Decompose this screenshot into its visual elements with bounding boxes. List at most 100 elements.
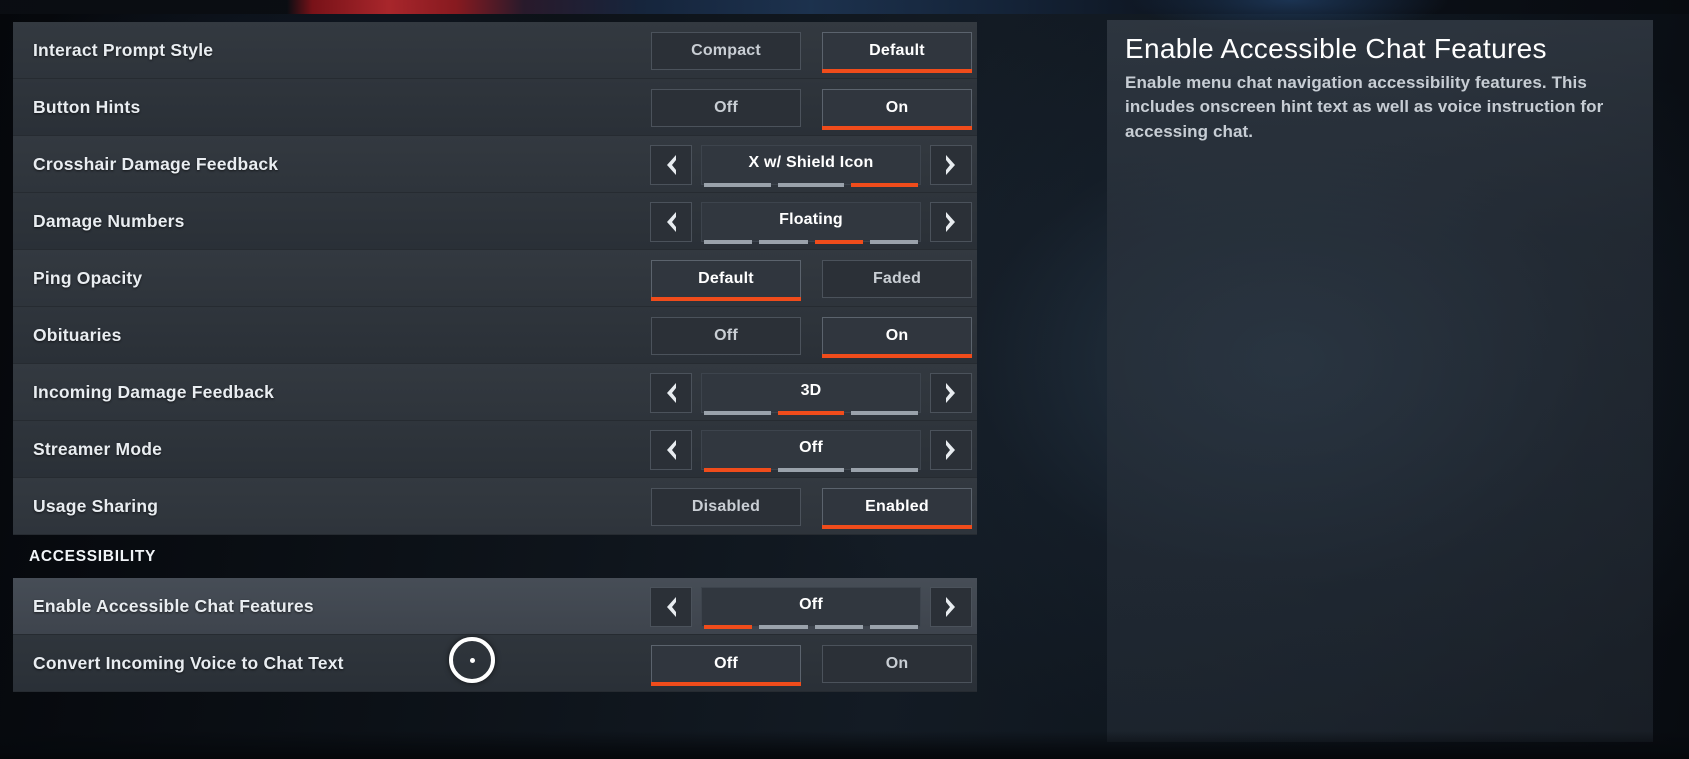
segment-indicator [704,410,919,415]
segment-3 [814,624,863,629]
stepper-value-incoming-damage-feedback[interactable]: 3D [701,372,921,415]
option-faded-ping-opacity[interactable]: Faded [822,259,972,298]
setting-label-obituaries: Obituaries [33,324,122,345]
chevron-left-icon[interactable] [650,372,692,413]
segment-4 [869,624,918,629]
segment-1 [704,467,771,472]
row-control-usage-sharing: Disabled Enabled [651,478,972,535]
stepper-value-enable-accessible-chat-features[interactable]: Off [701,586,921,629]
setting-label-enable-accessible-chat-features: Enable Accessible Chat Features [33,595,314,616]
segment-indicator [704,467,919,472]
chevron-right-icon[interactable] [930,372,972,413]
segment-2 [759,239,808,244]
description-title: Enable Accessible Chat Features [1125,33,1547,64]
option-compact-interact-prompt-style[interactable]: Compact [651,31,801,70]
segment-2 [777,410,845,415]
chevron-left-icon[interactable] [650,144,692,185]
option-default-ping-opacity[interactable]: Default [651,259,801,301]
stepper-value-text: Floating [779,211,843,228]
stepper-value-text: X w/ Shield Icon [748,154,874,171]
setting-row-usage-sharing[interactable]: Usage Sharing Disabled Enabled [13,478,977,535]
segment-3 [814,239,863,244]
option-off-obituaries[interactable]: Off [651,316,801,355]
setting-row-crosshair-damage-feedback[interactable]: Crosshair Damage Feedback X w/ Shield Ico… [13,136,977,193]
toggle-group-button-hints: Off On [651,88,972,130]
setting-label-damage-numbers: Damage Numbers [33,210,185,231]
segment-3 [851,467,919,472]
stepper-value-streamer-mode[interactable]: Off [701,429,921,472]
stepper-value-crosshair-damage-feedback[interactable]: X w/ Shield Icon [701,144,921,187]
setting-row-streamer-mode[interactable]: Streamer Mode Off [13,421,977,478]
chevron-left-icon[interactable] [650,586,692,627]
option-on-obituaries[interactable]: On [822,316,972,358]
segment-indicator [704,182,919,187]
segment-4 [869,239,918,244]
setting-row-incoming-damage-feedback[interactable]: Incoming Damage Feedback 3D [13,364,977,421]
setting-row-ping-opacity[interactable]: Ping Opacity Default Faded [13,250,977,307]
setting-row-enable-accessible-chat-features[interactable]: Enable Accessible Chat Features Off [13,578,977,635]
toggle-group-interact-prompt-style: Compact Default [651,31,972,73]
row-control-button-hints: Off On [651,79,972,136]
segment-2 [777,182,845,187]
stepper-streamer-mode: Off [650,429,972,472]
row-control-damage-numbers: Floating [650,193,972,250]
setting-row-damage-numbers[interactable]: Damage Numbers Floating [13,193,977,250]
row-control-streamer-mode: Off [650,421,972,478]
row-control-interact-prompt-style: Compact Default [651,22,972,79]
setting-label-ping-opacity: Ping Opacity [33,267,143,288]
option-off-button-hints[interactable]: Off [651,88,801,127]
setting-label-usage-sharing: Usage Sharing [33,495,159,516]
stepper-value-text: Off [799,439,823,456]
chevron-right-icon[interactable] [930,144,972,185]
stepper-enable-accessible-chat-features: Off [650,586,972,629]
settings-screen: Interact Prompt Style Compact Default Butto… [0,0,1689,759]
segment-1 [704,239,753,244]
segment-indicator [704,624,918,629]
section-header-accessibility: ACCESSIBILITY [29,547,157,565]
setting-row-convert-incoming-voice-to-chat-text[interactable]: Convert Incoming Voice to Chat Text Off On [13,635,977,692]
setting-label-streamer-mode: Streamer Mode [33,438,163,459]
description-panel: Enable Accessible Chat Features Enable m… [1107,20,1653,742]
setting-row-obituaries[interactable]: Obituaries Off On [13,307,977,364]
toggle-group-usage-sharing: Disabled Enabled [651,487,972,529]
segment-1 [704,624,753,629]
row-control-convert-incoming-voice-to-chat-text: Off On [651,635,972,692]
segment-2 [777,467,845,472]
chevron-right-icon[interactable] [930,201,972,242]
option-on-convert-incoming-voice-to-chat-text[interactable]: On [822,644,972,683]
stepper-incoming-damage-feedback: 3D [650,372,972,415]
stepper-value-text: 3D [800,382,822,399]
setting-row-button-hints[interactable]: Button Hints Off On [13,79,977,136]
segment-1 [704,410,771,415]
stepper-crosshair-damage-feedback: X w/ Shield Icon [650,144,972,187]
setting-label-interact-prompt-style: Interact Prompt Style [33,39,214,60]
chevron-right-icon[interactable] [930,429,972,470]
description-body: Enable menu chat navigation accessibilit… [1125,72,1604,142]
setting-label-convert-incoming-voice-to-chat-text: Convert Incoming Voice to Chat Text [33,652,344,673]
option-off-convert-incoming-voice-to-chat-text[interactable]: Off [651,644,801,686]
setting-label-button-hints: Button Hints [33,96,141,117]
setting-row-interact-prompt-style[interactable]: Interact Prompt Style Compact Default [13,22,977,79]
chevron-right-icon[interactable] [930,586,972,627]
segment-3 [851,182,919,187]
chevron-left-icon[interactable] [650,201,692,242]
setting-label-crosshair-damage-feedback: Crosshair Damage Feedback [33,153,279,174]
row-control-ping-opacity: Default Faded [651,250,972,307]
settings-list: Interact Prompt Style Compact Default Butto… [13,22,977,692]
top-decor-bar [0,0,1689,14]
toggle-group-obituaries: Off On [651,316,972,358]
option-default-interact-prompt-style[interactable]: Default [822,31,972,73]
option-disabled-usage-sharing[interactable]: Disabled [651,487,801,526]
segment-indicator [704,239,918,244]
option-on-button-hints[interactable]: On [822,88,972,130]
option-enabled-usage-sharing[interactable]: Enabled [822,487,972,529]
row-control-crosshair-damage-feedback: X w/ Shield Icon [650,136,972,193]
row-control-incoming-damage-feedback: 3D [650,364,972,421]
row-control-obituaries: Off On [651,307,972,364]
segment-2 [759,624,808,629]
segment-1 [704,182,771,187]
stepper-value-text: Off [799,596,823,613]
row-control-enable-accessible-chat-features: Off [650,578,972,635]
stepper-value-damage-numbers[interactable]: Floating [701,201,921,244]
chevron-left-icon[interactable] [650,429,692,470]
